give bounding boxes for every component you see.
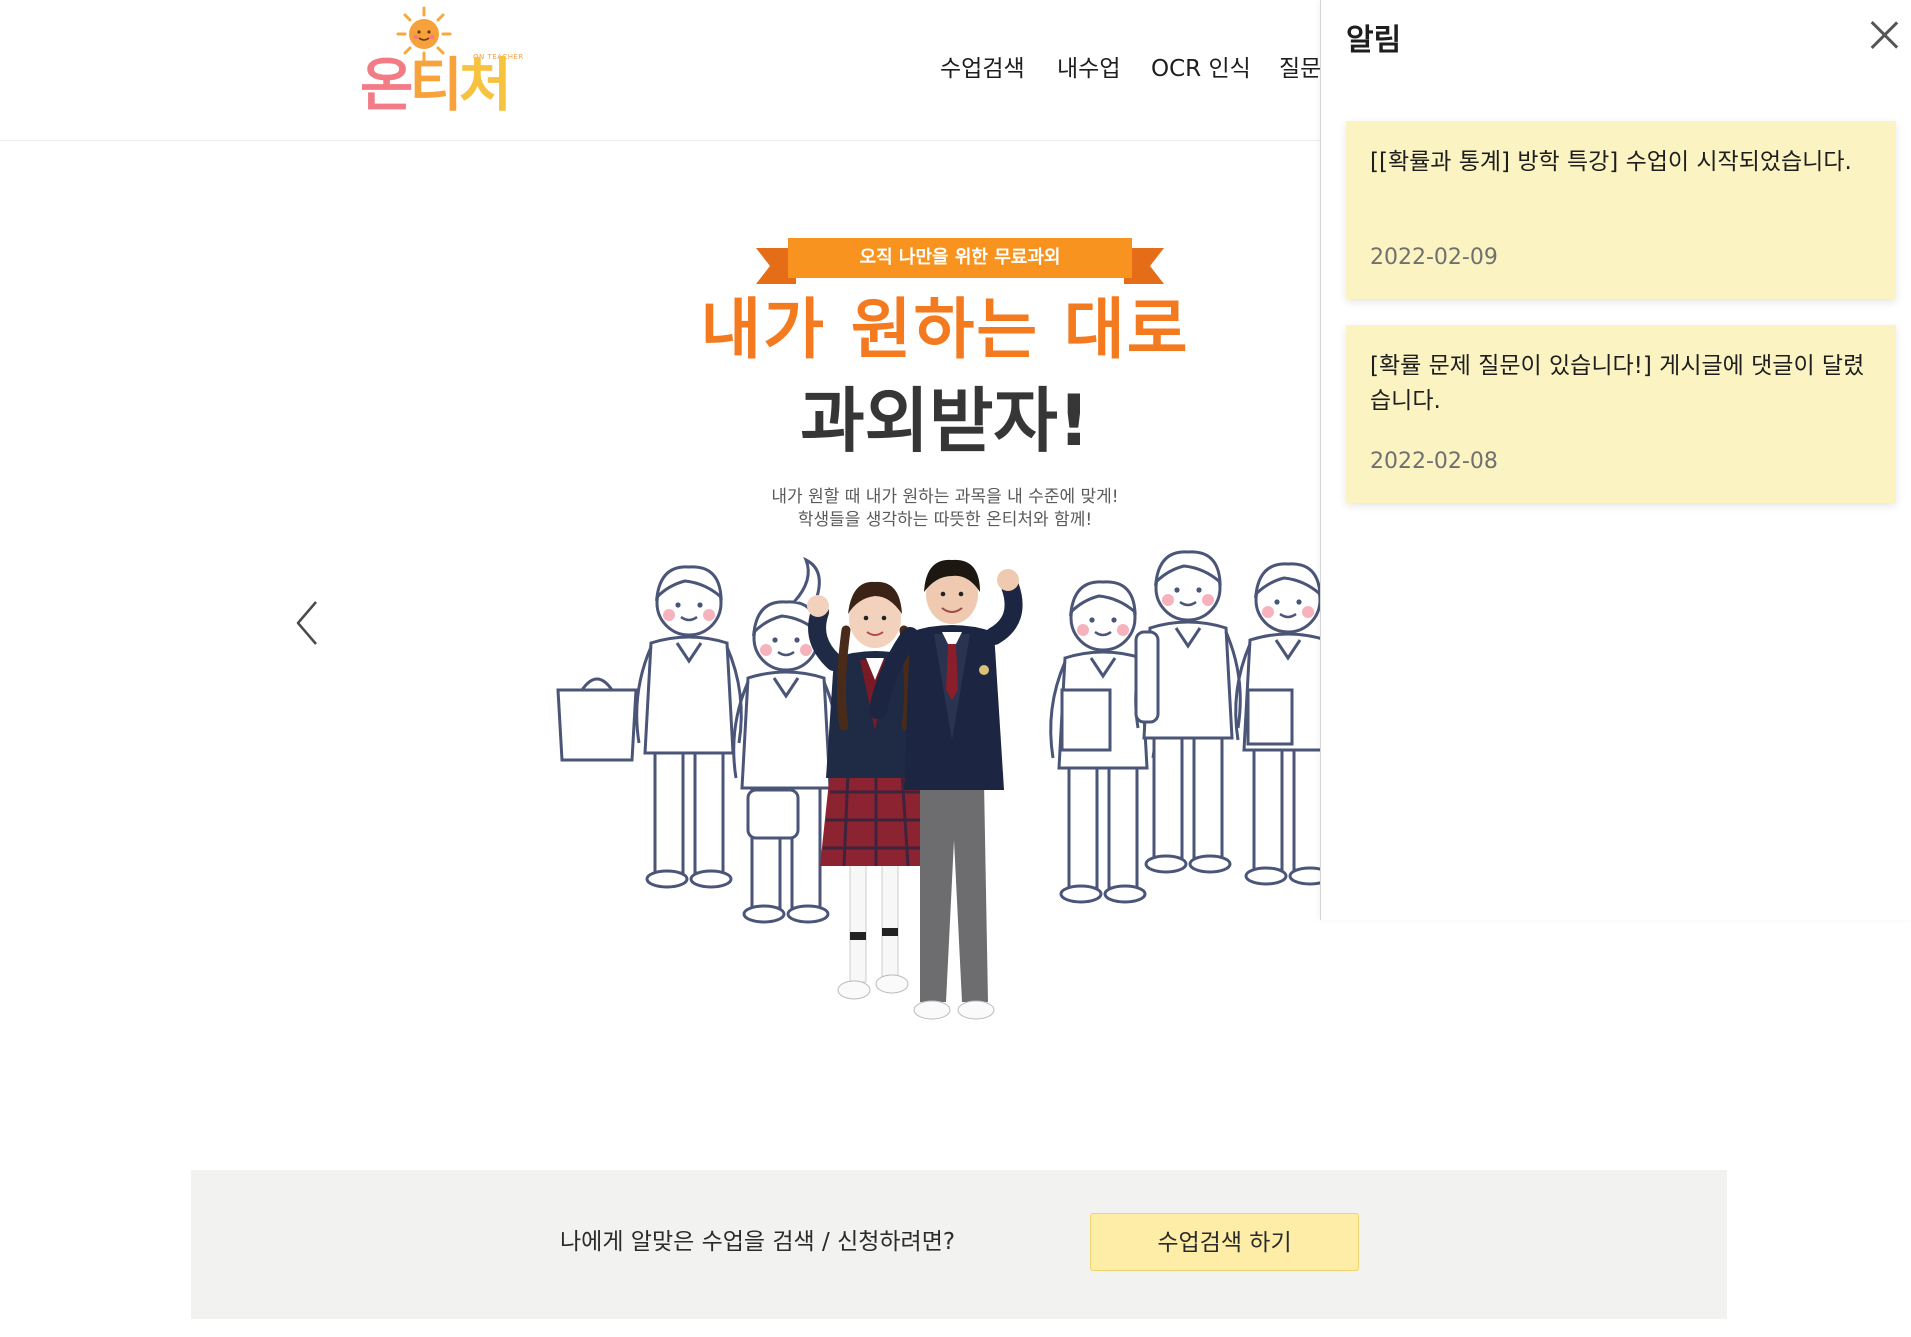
notification-card[interactable]: [[확률과 통계] 방학 특강] 수업이 시작되었습니다. 2022-02-09 <box>1346 121 1896 299</box>
banner-description-1: 내가 원할 때 내가 원하는 과목을 내 수준에 맞게! <box>771 487 1119 507</box>
logo-text: 온티처 <box>360 50 512 120</box>
banner-illustration <box>556 550 1338 1020</box>
logo[interactable]: ON TEACHER 온티처 <box>358 4 528 126</box>
banner-headline-1: 내가 원하는 대로 <box>700 291 1190 368</box>
kid-figure-bag <box>556 565 743 889</box>
banner-ribbon: 오직 나만을 위한 무료과외 <box>756 236 1164 284</box>
logo-char: 티 <box>409 51 462 119</box>
notification-panel-title: 알림 <box>1346 23 1402 58</box>
ribbon-text: 오직 나만을 위한 무료과외 <box>788 238 1132 278</box>
school-bag <box>556 688 638 762</box>
notification-date: 2022-02-08 <box>1370 449 1498 474</box>
banner-description-2: 학생들을 생각하는 따뜻한 온티처와 함께! <box>797 510 1093 530</box>
nav-item-questions[interactable]: 질문 <box>1279 52 1321 86</box>
chevron-left-icon[interactable] <box>292 598 324 648</box>
class-search-cta: 나에게 알맞은 수업을 검색 / 신청하려면? 수업검색 하기 <box>191 1170 1727 1319</box>
banner-headline-2: 과외받자! <box>800 380 1090 462</box>
nav-item-ocr[interactable]: OCR 인식 <box>1151 52 1251 86</box>
notification-message: [확률 문제 질문이 있습니다!] 게시글에 댓글이 달렸습니다. <box>1370 353 1865 414</box>
cta-text: 나에게 알맞은 수업을 검색 / 신청하려면? <box>560 1229 956 1255</box>
nav-item-my-classes[interactable]: 내수업 <box>1057 52 1120 86</box>
small-bag <box>746 788 800 840</box>
notification-date: 2022-02-09 <box>1370 245 1498 270</box>
kid-figure-backpack <box>1134 550 1242 874</box>
nav-item-class-search[interactable]: 수업검색 <box>940 52 1025 86</box>
backpack-strap <box>1134 630 1160 724</box>
notification-message: [[확률과 통계] 방학 특강] 수업이 시작되었습니다. <box>1370 149 1852 175</box>
close-icon[interactable] <box>1869 20 1899 50</box>
logo-char: 온 <box>360 51 413 119</box>
notebook <box>1246 688 1294 746</box>
class-search-button[interactable]: 수업검색 하기 <box>1090 1213 1359 1271</box>
logo-char: 처 <box>458 51 512 119</box>
notification-panel: 알림 [[확률과 통계] 방학 특강] 수업이 시작되었습니다. 2022-02… <box>1320 0 1911 920</box>
notification-card[interactable]: [확률 문제 질문이 있습니다!] 게시글에 댓글이 달렸습니다. 2022-0… <box>1346 325 1896 503</box>
kid-figure-book <box>1049 580 1157 904</box>
book <box>1060 688 1112 752</box>
